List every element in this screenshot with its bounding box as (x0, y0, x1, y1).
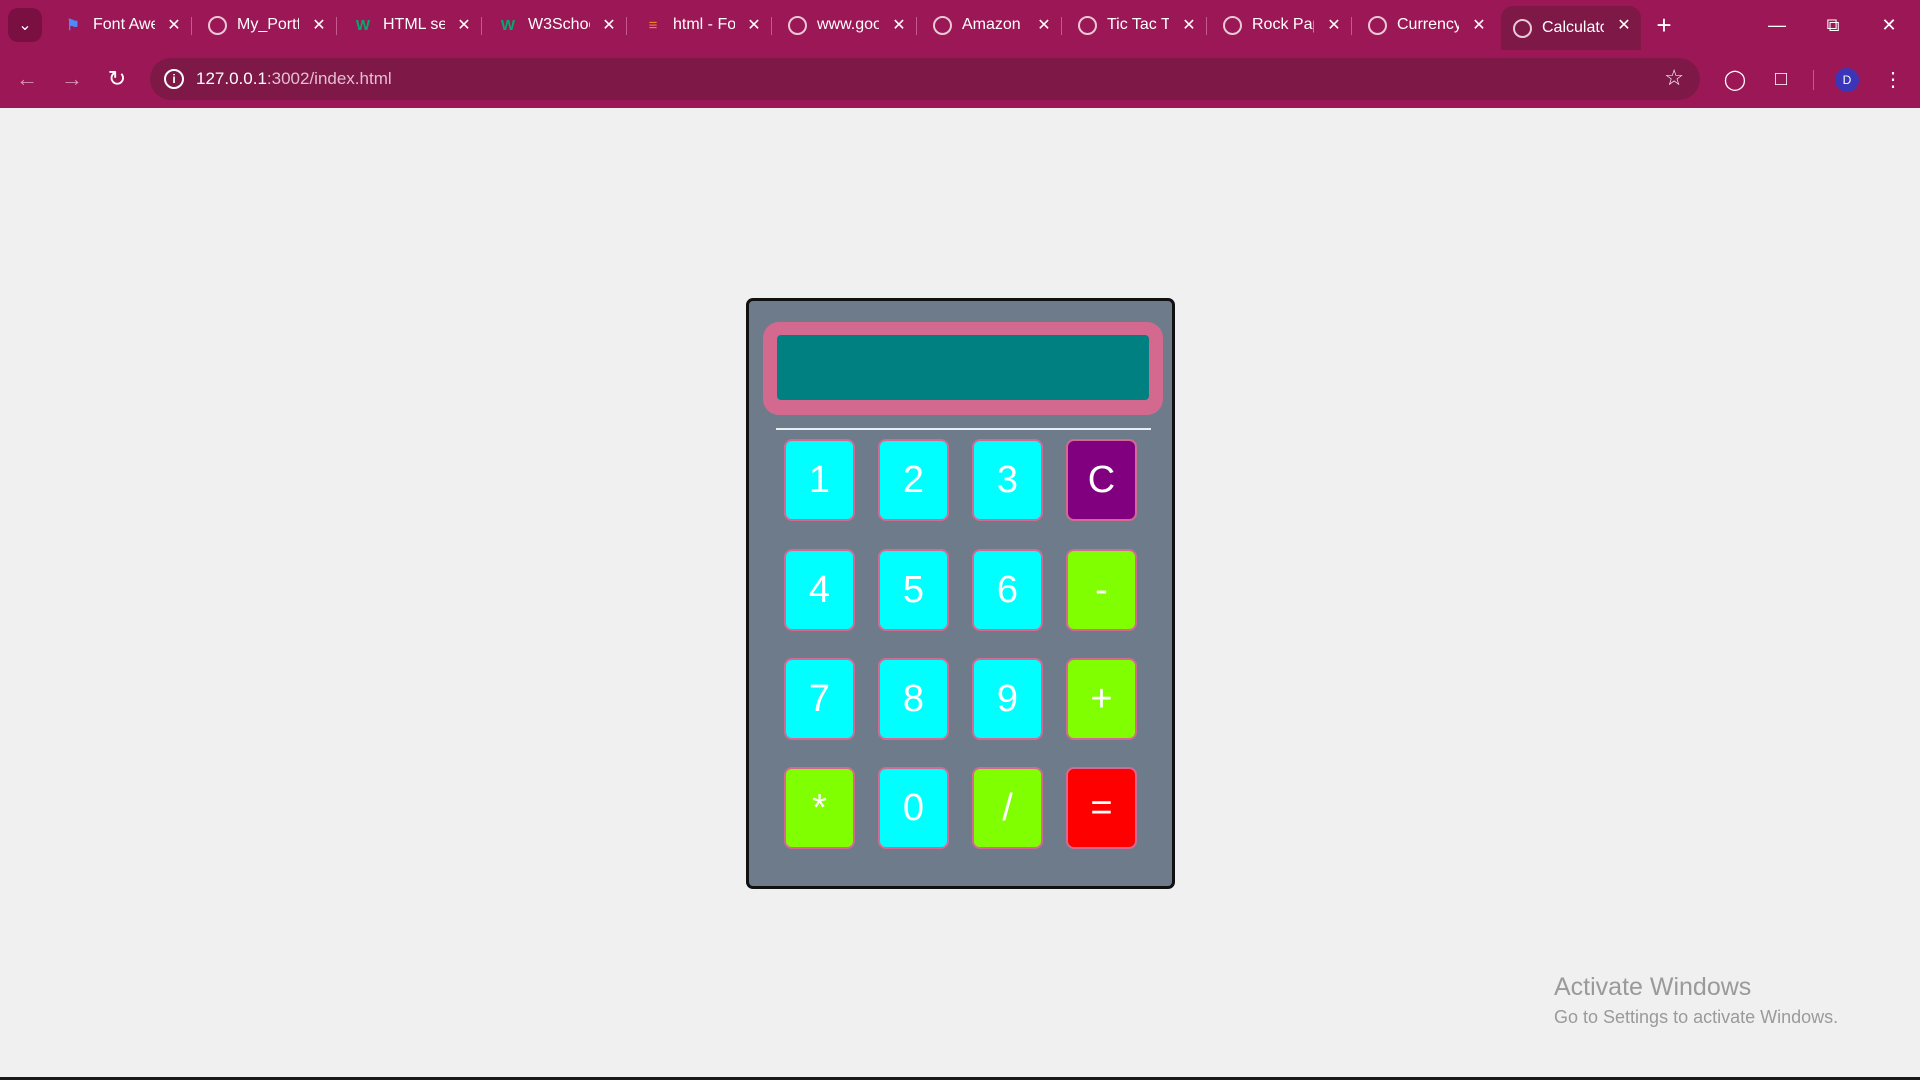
restore-button[interactable]: ⧉ (1810, 10, 1856, 40)
tab-amazon[interactable]: Amazon ✕ (921, 8, 1062, 42)
key-multiply-button[interactable]: * (784, 767, 855, 849)
tab-html-font[interactable]: ≡ html - Font ✕ (631, 8, 772, 42)
key-clear-button[interactable]: C (1066, 439, 1137, 521)
tab-title: Calculator (1542, 19, 1604, 36)
close-tab-icon[interactable]: ✕ (1178, 14, 1200, 36)
tab-title: html - Font (673, 16, 735, 33)
key-minus-button[interactable]: - (1066, 549, 1137, 631)
tab-w3schools[interactable]: W W3Schools ✕ (486, 8, 627, 42)
arrow-right-icon: → (61, 66, 83, 91)
bookmark-star-icon[interactable]: ☆ (1664, 65, 1684, 91)
forward-button[interactable]: → (55, 62, 89, 96)
globe-icon (933, 15, 952, 35)
w3schools-icon: W (500, 16, 516, 34)
tab-rock-paper[interactable]: Rock Paper ✕ (1211, 8, 1352, 42)
key-2-button[interactable]: 2 (878, 439, 949, 521)
tab-title: Currency (1397, 16, 1459, 33)
tab-title: Tic Tac Toe (1107, 16, 1169, 33)
more-vertical-icon: ⋮ (1883, 68, 1903, 91)
key-3-button[interactable]: 3 (972, 439, 1043, 521)
tab-html-semantic[interactable]: W HTML semantic ✕ (341, 8, 482, 42)
url-text[interactable]: 127.0.0.1:3002/index.html (196, 69, 392, 89)
browser-menu-button[interactable]: ⋮ (1876, 62, 1910, 96)
globe-icon (208, 15, 227, 35)
close-tab-icon[interactable]: ✕ (888, 14, 910, 36)
key-1-button[interactable]: 1 (784, 439, 855, 521)
tab-title: Font Awesome (93, 16, 155, 33)
address-bar[interactable]: i 127.0.0.1:3002/index.html ☆ (150, 58, 1700, 100)
stackoverflow-icon: ≡ (648, 16, 658, 34)
calculator-display[interactable] (777, 335, 1149, 400)
download-circle-icon: ◯ (1723, 68, 1747, 91)
activate-windows-title: Activate Windows (1554, 973, 1752, 1001)
key-7-button[interactable]: 7 (784, 658, 855, 740)
reload-icon: ↻ (107, 66, 127, 91)
key-6-button[interactable]: 6 (972, 549, 1043, 631)
key-divide-button[interactable]: / (972, 767, 1043, 849)
tab-title: Rock Paper (1252, 16, 1314, 33)
font-awesome-flag-icon: ⚑ (66, 17, 80, 34)
key-equals-button[interactable]: = (1066, 767, 1137, 849)
downloads-button[interactable]: ◯ (1718, 62, 1752, 96)
minimize-button[interactable]: — (1754, 10, 1800, 40)
key-9-button[interactable]: 9 (972, 658, 1043, 740)
tab-font-awesome[interactable]: ⚑ Font Awesome ✕ (51, 8, 192, 42)
tab-calculator[interactable]: Calculator ✕ (1501, 6, 1641, 50)
close-window-button[interactable]: ✕ (1866, 10, 1912, 40)
site-info-icon[interactable]: i (164, 69, 184, 89)
chevron-down-icon: ⌄ (18, 17, 32, 34)
url-host: 127.0.0.1 (196, 69, 267, 88)
close-tab-icon[interactable]: ✕ (163, 14, 185, 36)
arrow-left-icon: ← (16, 66, 38, 91)
toolbar-divider (1813, 70, 1814, 90)
globe-icon (1223, 15, 1242, 35)
globe-icon (1368, 15, 1387, 35)
tab-title: www.google (817, 16, 879, 33)
calculator: 1 2 3 C 4 5 6- 7 8 9 + * 0 / = (746, 298, 1175, 889)
tab-strip: ⌄ ⚑ Font Awesome ✕ My_Portfolio ✕ W HTML… (0, 0, 1920, 50)
close-tab-icon[interactable]: ✕ (1033, 14, 1055, 36)
tab-google[interactable]: www.google ✕ (776, 8, 917, 42)
activate-windows-subtitle: Go to Settings to activate Windows. (1554, 1007, 1839, 1027)
tab-title: W3Schools (528, 16, 590, 33)
restore-icon: ⧉ (1826, 14, 1840, 35)
plus-icon: + (1656, 9, 1672, 40)
tab-tic-tac-toe[interactable]: Tic Tac Toe ✕ (1066, 8, 1207, 42)
globe-icon (1513, 18, 1532, 38)
extensions-button[interactable]: □ (1764, 62, 1798, 96)
key-5-button[interactable]: 5 (878, 549, 949, 631)
tab-title: Amazon (962, 16, 1021, 33)
minimize-icon: — (1768, 14, 1786, 35)
reload-button[interactable]: ↻ (100, 62, 134, 96)
url-path: :3002/index.html (266, 69, 392, 88)
w3schools-icon: W (355, 16, 371, 34)
close-tab-icon[interactable]: ✕ (598, 14, 620, 36)
divider (776, 428, 1151, 430)
tab-title: My_Portfolio (237, 16, 299, 33)
close-tab-icon[interactable]: ✕ (1323, 14, 1345, 36)
close-tab-icon[interactable]: ✕ (1468, 14, 1490, 36)
close-icon: ✕ (1881, 14, 1897, 35)
globe-icon (788, 15, 807, 35)
key-8-button[interactable]: 8 (878, 658, 949, 740)
new-tab-button[interactable]: + (1649, 10, 1679, 40)
tab-search-button[interactable]: ⌄ (8, 8, 42, 42)
key-4-button[interactable]: 4 (784, 549, 855, 631)
display-frame (763, 322, 1163, 415)
key-0-button[interactable]: 0 (878, 767, 949, 849)
profile-initial: D (1842, 73, 1852, 87)
back-button[interactable]: ← (10, 62, 44, 96)
tab-title: HTML semantic (383, 16, 445, 33)
close-tab-icon[interactable]: ✕ (1613, 14, 1635, 36)
profile-avatar[interactable]: D (1835, 68, 1859, 92)
globe-icon (1078, 15, 1097, 35)
tab-my-portfolio[interactable]: My_Portfolio ✕ (196, 8, 337, 42)
browser-toolbar: ← → ↻ i 127.0.0.1:3002/index.html ☆ ◯ □ … (0, 50, 1920, 108)
tab-currency[interactable]: Currency ✕ (1356, 8, 1496, 42)
puzzle-icon: □ (1774, 67, 1788, 90)
close-tab-icon[interactable]: ✕ (743, 14, 765, 36)
close-tab-icon[interactable]: ✕ (453, 14, 475, 36)
close-tab-icon[interactable]: ✕ (308, 14, 330, 36)
key-plus-button[interactable]: + (1066, 658, 1137, 740)
